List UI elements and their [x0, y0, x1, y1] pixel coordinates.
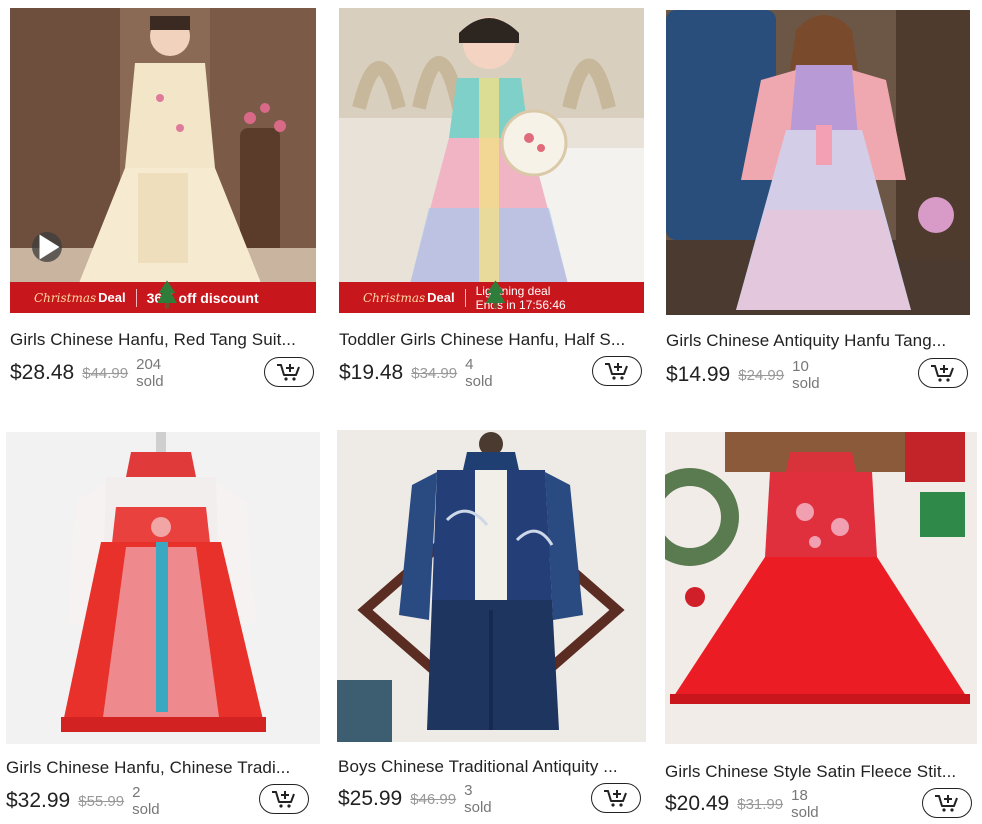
sold-count: 204 sold — [136, 356, 164, 390]
sale-price: $25.99 — [338, 787, 403, 810]
price-row: $32.99 $55.99 2 sold — [6, 784, 160, 818]
sale-price: $32.99 — [6, 789, 71, 812]
product-image[interactable] — [6, 432, 320, 744]
add-to-cart-icon — [604, 790, 627, 807]
add-to-cart-icon — [272, 791, 295, 808]
product-title[interactable]: Boys Chinese Traditional Antiquity ... — [338, 757, 644, 777]
product-title[interactable]: Toddler Girls Chinese Hanfu, Half S... — [339, 330, 645, 350]
product-image[interactable] — [665, 432, 977, 744]
add-to-cart-button[interactable] — [592, 356, 642, 386]
sale-price: $20.49 — [665, 792, 730, 815]
sold-count: 2 sold — [132, 784, 160, 818]
price-row: $28.48 $44.99 204 sold — [10, 356, 164, 390]
product-image[interactable]: Christmas Deal Lightning deal Ends in 17… — [339, 8, 644, 313]
promo-banner: Christmas Deal Lightning deal Ends in 17… — [339, 280, 644, 313]
add-to-cart-icon — [277, 364, 300, 381]
product-title[interactable]: Girls Chinese Hanfu, Red Tang Suit... — [10, 330, 316, 350]
original-price: $44.99 — [82, 364, 129, 382]
add-to-cart-button[interactable] — [918, 358, 968, 388]
product-image[interactable] — [337, 430, 646, 742]
christmas-tree-icon — [157, 280, 177, 309]
play-icon[interactable] — [32, 232, 62, 262]
christmas-tree-icon — [485, 280, 506, 309]
sold-count: 18 sold — [791, 787, 819, 821]
price-row: $14.99 $24.99 10 sold — [666, 358, 820, 392]
price-row: $19.48 $34.99 4 sold — [339, 356, 493, 390]
price-row: $20.49 $31.99 18 sold — [665, 787, 819, 821]
product-title[interactable]: Girls Chinese Antiquity Hanfu Tang... — [666, 331, 972, 351]
product-image[interactable] — [666, 10, 970, 315]
original-price: $46.99 — [410, 790, 457, 808]
original-price: $31.99 — [737, 795, 784, 813]
promo-banner: Christmas Deal 36% off discount — [10, 280, 316, 313]
original-price: $24.99 — [738, 366, 785, 384]
add-to-cart-button[interactable] — [264, 357, 314, 387]
add-to-cart-button[interactable] — [259, 784, 309, 814]
original-price: $55.99 — [78, 792, 125, 810]
product-title[interactable]: Girls Chinese Style Satin Fleece Stit... — [665, 762, 976, 782]
product-title[interactable]: Girls Chinese Hanfu, Chinese Tradi... — [6, 758, 308, 778]
sold-count: 3 sold — [464, 782, 492, 816]
sold-count: 10 sold — [792, 358, 820, 392]
original-price: $34.99 — [411, 364, 458, 382]
add-to-cart-icon — [605, 363, 628, 380]
sale-price: $28.48 — [10, 361, 75, 384]
add-to-cart-button[interactable] — [922, 788, 972, 818]
sold-count: 4 sold — [465, 356, 493, 390]
product-image[interactable]: Christmas Deal 36% off discount — [10, 8, 316, 313]
add-to-cart-icon — [931, 365, 954, 382]
add-to-cart-button[interactable] — [591, 783, 641, 813]
sale-price: $19.48 — [339, 361, 404, 384]
price-row: $25.99 $46.99 3 sold — [338, 782, 492, 816]
add-to-cart-icon — [935, 795, 958, 812]
sale-price: $14.99 — [666, 363, 731, 386]
